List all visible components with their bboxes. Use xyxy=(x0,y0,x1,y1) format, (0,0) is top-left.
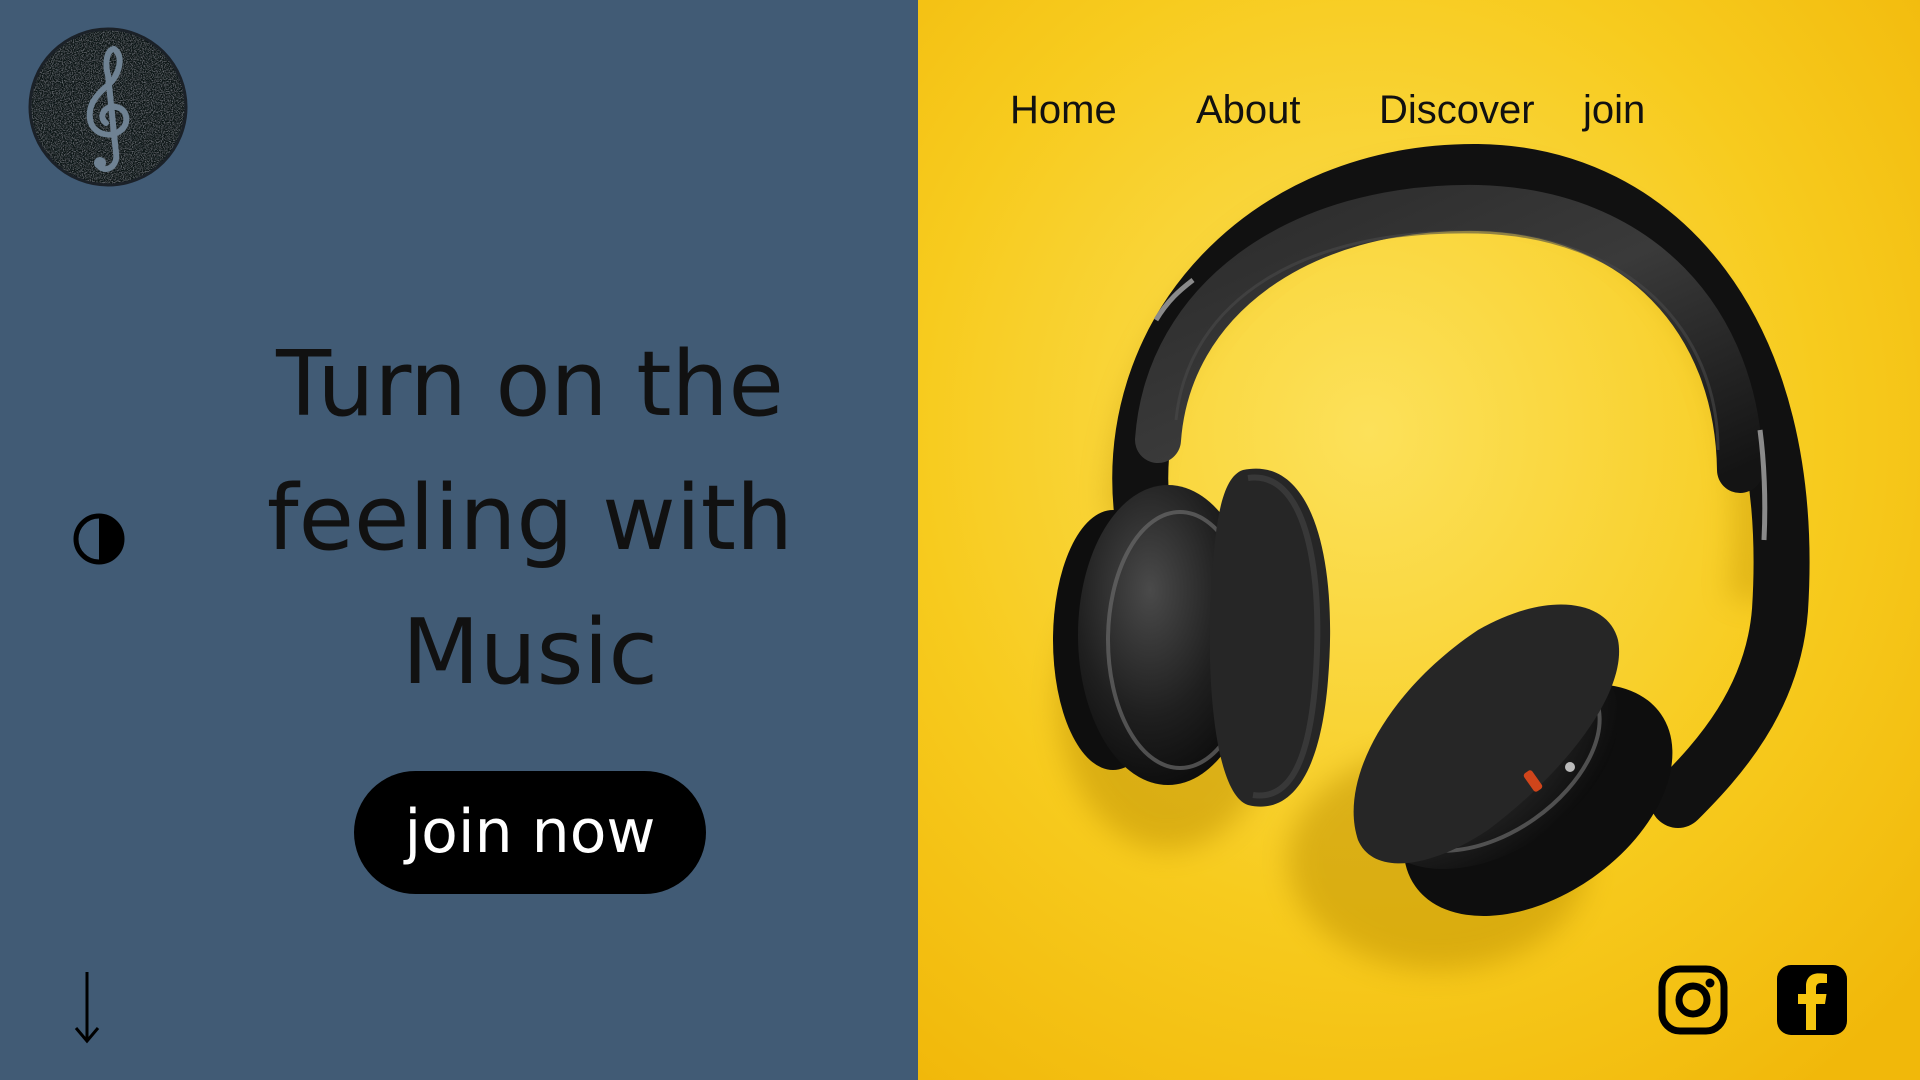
nav-join[interactable]: join xyxy=(1583,82,1645,138)
nav-home[interactable]: Home xyxy=(1010,82,1117,138)
scroll-down-button[interactable] xyxy=(72,970,102,1044)
instagram-icon xyxy=(1658,965,1728,1035)
hero-title: Turn on the feeling with Music xyxy=(200,318,860,720)
headphones-photo xyxy=(918,0,1920,1080)
contrast-toggle-icon xyxy=(73,513,125,565)
landing-page: Turn on the feeling with Music join now xyxy=(0,0,1920,1080)
facebook-link[interactable] xyxy=(1776,964,1847,1036)
main-nav: Home About Discover join xyxy=(0,82,1920,138)
hero-title-line-3: Music xyxy=(401,600,659,705)
contrast-toggle[interactable] xyxy=(72,512,126,566)
arrow-down-icon xyxy=(74,972,100,1044)
hero-title-line-2: feeling with xyxy=(266,466,794,571)
left-panel: Turn on the feeling with Music join now xyxy=(0,0,918,1080)
facebook-icon xyxy=(1777,965,1847,1035)
instagram-link[interactable] xyxy=(1658,964,1728,1036)
nav-discover[interactable]: Discover xyxy=(1379,82,1535,138)
join-now-button[interactable]: join now xyxy=(354,771,706,894)
hero-image xyxy=(918,0,1920,1080)
hero-title-line-1: Turn on the xyxy=(276,332,784,437)
nav-about[interactable]: About xyxy=(1196,82,1301,138)
